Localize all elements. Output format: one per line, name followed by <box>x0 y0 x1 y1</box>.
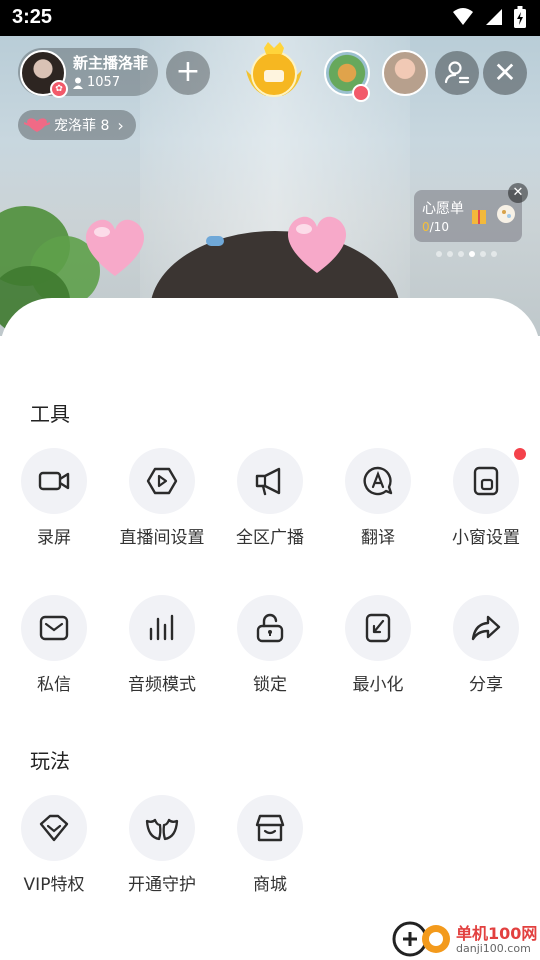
status-bar: 3:25 <box>0 0 540 36</box>
signal-icon <box>486 9 502 25</box>
translate-label: 翻译 <box>361 528 395 548</box>
translate-icon <box>363 466 393 496</box>
vip-privilege-button[interactable]: VIP特权 <box>4 795 104 895</box>
crown-rank-badge[interactable] <box>240 40 308 100</box>
shop-button[interactable]: 商城 <box>220 795 320 895</box>
guard-wings-icon <box>145 818 179 841</box>
plus-icon: + <box>175 54 201 89</box>
minimize-button[interactable]: 最小化 <box>328 595 428 695</box>
broadcast-button[interactable]: 全区广播 <box>220 448 320 548</box>
open-guard-button[interactable]: 开通守护 <box>112 795 212 895</box>
live-room-settings-button[interactable]: 直播间设置 <box>112 448 212 548</box>
fans-heart-icon <box>24 118 50 132</box>
shop-icon <box>255 814 285 842</box>
heart-headband-right <box>282 213 352 275</box>
lock-button[interactable]: 锁定 <box>220 595 320 695</box>
audio-bars-icon <box>149 614 174 641</box>
record-screen-label: 录屏 <box>37 528 71 548</box>
gift-party-icon <box>472 205 515 224</box>
watermark-title: 单机100网 <box>456 924 538 943</box>
banner-page-indicator <box>436 251 497 257</box>
share-button[interactable]: 分享 <box>436 595 536 695</box>
heart-headband-left <box>80 216 150 278</box>
person-icon <box>73 77 83 89</box>
status-icons <box>452 6 526 28</box>
megaphone-icon <box>255 467 281 496</box>
play-section-title: 玩法 <box>30 749 70 773</box>
video-camera-icon <box>38 471 70 491</box>
shop-label: 商城 <box>253 875 287 895</box>
audience-manage-button[interactable] <box>435 51 479 95</box>
site-watermark: 单机100网 danji100.com <box>390 918 540 960</box>
chevron-right-icon: › <box>117 115 124 135</box>
host-level-badge: ✿ <box>50 80 68 98</box>
fans-club-label: 宠洛菲 8 <box>54 118 110 134</box>
vip-diamond-icon <box>39 814 69 842</box>
wifi-icon <box>453 8 473 25</box>
mini-window-settings-label: 小窗设置 <box>452 528 520 548</box>
mini-window-icon <box>473 466 499 496</box>
audio-mode-label: 音频模式 <box>128 675 196 695</box>
audio-mode-button[interactable]: 音频模式 <box>112 595 212 695</box>
close-icon: ✕ <box>493 56 517 89</box>
live-settings-icon <box>146 467 178 495</box>
translate-button[interactable]: 翻译 <box>328 448 428 548</box>
wish-list-close-button[interactable]: ✕ <box>508 183 528 203</box>
host-count-value: 1057 <box>87 75 121 90</box>
battery-icon <box>514 6 526 28</box>
wish-list-title: 心愿单 <box>422 201 464 217</box>
wish-list-progress: 0/10 <box>422 220 449 234</box>
status-time: 3:25 <box>12 6 53 28</box>
watermark-url: danji100.com <box>456 942 531 955</box>
vip-privilege-label: VIP特权 <box>23 875 85 895</box>
record-screen-button[interactable]: 录屏 <box>4 448 104 548</box>
wish-list-card[interactable]: 心愿单 0/10 <box>414 190 522 242</box>
lock-icon <box>256 613 284 643</box>
mini-window-settings-button[interactable]: 小窗设置 <box>436 448 536 548</box>
host-name: 新主播洛菲 <box>73 54 149 72</box>
minimize-icon <box>365 613 391 643</box>
broadcast-label: 全区广播 <box>236 528 304 548</box>
lock-label: 锁定 <box>253 675 287 695</box>
top-viewer-avatar-2[interactable] <box>382 50 428 96</box>
host-viewer-count: 1057 <box>73 75 120 90</box>
tools-section-title: 工具 <box>30 402 70 426</box>
close-live-button[interactable]: ✕ <box>483 51 527 95</box>
private-message-label: 私信 <box>37 675 71 695</box>
watermark-logo-icon <box>392 921 450 957</box>
fans-club-pill[interactable]: 宠洛菲 8 › <box>18 110 136 140</box>
open-guard-label: 开通守护 <box>128 875 196 895</box>
private-message-button[interactable]: 私信 <box>4 595 104 695</box>
live-room-settings-label: 直播间设置 <box>119 528 205 548</box>
new-badge-dot <box>514 448 526 460</box>
share-label: 分享 <box>469 675 503 695</box>
minimize-label: 最小化 <box>352 675 404 695</box>
share-icon <box>471 615 501 641</box>
viewer-badge-icon <box>352 84 370 102</box>
follow-button[interactable]: + <box>166 51 210 95</box>
mail-icon <box>39 615 69 641</box>
person-manage-icon <box>444 61 470 84</box>
